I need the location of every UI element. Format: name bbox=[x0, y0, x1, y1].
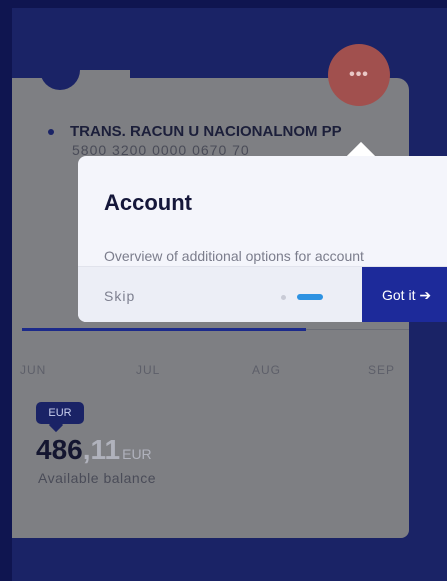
balance-decimal: ,11 bbox=[82, 434, 121, 465]
month-label[interactable]: JUL bbox=[136, 363, 160, 377]
currency-badge[interactable]: EUR bbox=[36, 402, 84, 424]
popover-title: Account bbox=[104, 190, 192, 215]
balance-integer: 486 bbox=[36, 434, 83, 465]
balance-label: Available balance bbox=[38, 470, 156, 486]
step-indicator-dot bbox=[281, 295, 286, 300]
chart-progress-line bbox=[22, 328, 306, 331]
balance-currency: EUR bbox=[122, 446, 152, 462]
month-label[interactable]: JUN bbox=[20, 363, 46, 377]
month-label[interactable]: AUG bbox=[252, 363, 281, 377]
chart-baseline bbox=[306, 329, 409, 330]
popover-footer: Skip Got it ➔ bbox=[78, 266, 447, 322]
skip-button[interactable]: Skip bbox=[104, 288, 135, 304]
balance-amount: 486,11 EUR bbox=[36, 434, 152, 466]
got-it-button[interactable]: Got it ➔ bbox=[362, 267, 447, 322]
more-options-button[interactable]: ••• bbox=[328, 44, 390, 106]
popover-description: Overview of additional options for accou… bbox=[104, 248, 364, 264]
month-label[interactable]: SEP bbox=[368, 363, 395, 377]
more-icon: ••• bbox=[349, 66, 369, 83]
step-indicator-active bbox=[297, 294, 323, 300]
onboarding-popover: Account Overview of additional options f… bbox=[78, 156, 447, 322]
app-screen: ••• TRANS. RACUN U NACIONALNOM PP 5800 3… bbox=[12, 8, 447, 581]
account-bullet-icon bbox=[48, 129, 54, 135]
account-name: TRANS. RACUN U NACIONALNOM PP bbox=[70, 123, 342, 140]
